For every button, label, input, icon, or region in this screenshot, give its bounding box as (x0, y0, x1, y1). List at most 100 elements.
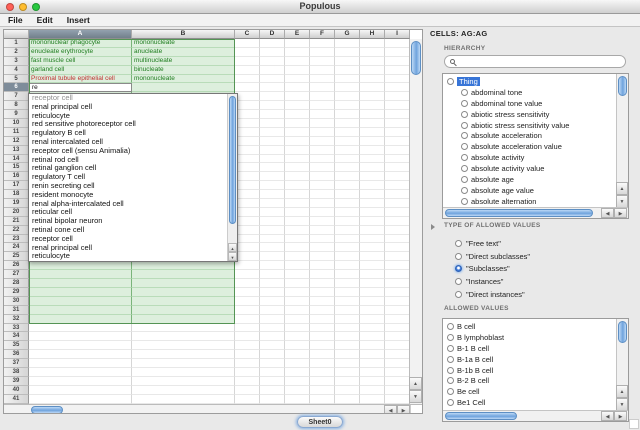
cell-H18[interactable] (360, 190, 385, 199)
cell-C12[interactable] (235, 137, 260, 146)
row-header-38[interactable]: 38 (4, 368, 29, 377)
cell-F41[interactable] (310, 395, 335, 404)
hierarchy-item[interactable]: absolute age value (443, 185, 616, 196)
cell-G25[interactable] (335, 252, 360, 261)
radio-icon[interactable] (461, 132, 468, 139)
horizontal-scrollbar[interactable]: ◀ ▶ (4, 404, 423, 414)
cell-C8[interactable] (235, 101, 260, 110)
cell-A27[interactable] (29, 270, 132, 279)
cell-C27[interactable] (235, 270, 260, 279)
cell-E27[interactable] (285, 270, 310, 279)
cell-D34[interactable] (260, 332, 285, 341)
cell-G39[interactable] (335, 377, 360, 386)
cell-G19[interactable] (335, 199, 360, 208)
cell-C18[interactable] (235, 190, 260, 199)
cell-A29[interactable] (29, 288, 132, 297)
column-header-D[interactable]: D (260, 30, 285, 39)
row-header-23[interactable]: 23 (4, 235, 29, 244)
row-header-39[interactable]: 39 (4, 377, 29, 386)
cell-G3[interactable] (335, 57, 360, 66)
cell-H38[interactable] (360, 368, 385, 377)
radio-icon[interactable] (461, 100, 468, 107)
cell-E1[interactable] (285, 39, 310, 48)
cell-E18[interactable] (285, 190, 310, 199)
cell-A36[interactable] (29, 350, 132, 359)
cell-H39[interactable] (360, 377, 385, 386)
resize-corner[interactable] (629, 419, 639, 429)
cell-C10[interactable] (235, 119, 260, 128)
hierarchy-item[interactable]: absolute activity value (443, 163, 616, 174)
cell-D28[interactable] (260, 279, 285, 288)
cell-I21[interactable] (385, 217, 410, 226)
radio-icon[interactable] (447, 377, 454, 384)
cell-C14[interactable] (235, 155, 260, 164)
allowed-vscrollbar-thumb[interactable] (618, 321, 627, 343)
row-header-22[interactable]: 22 (4, 226, 29, 235)
cell-D22[interactable] (260, 226, 285, 235)
allowed-value-item[interactable]: Be1 Cell (443, 397, 616, 408)
cell-F12[interactable] (310, 137, 335, 146)
cell-G38[interactable] (335, 368, 360, 377)
radio-icon[interactable] (461, 143, 468, 150)
row-header-2[interactable]: 2 (4, 48, 29, 57)
cell-D23[interactable] (260, 235, 285, 244)
cell-C41[interactable] (235, 395, 260, 404)
cell-I17[interactable] (385, 181, 410, 190)
cell-G2[interactable] (335, 48, 360, 57)
allowed-value-item[interactable]: B-1 B cell (443, 343, 616, 354)
cell-D39[interactable] (260, 377, 285, 386)
cell-G20[interactable] (335, 208, 360, 217)
cell-H40[interactable] (360, 386, 385, 395)
cell-B38[interactable] (132, 368, 235, 377)
cell-D8[interactable] (260, 101, 285, 110)
cell-C28[interactable] (235, 279, 260, 288)
row-header-27[interactable]: 27 (4, 270, 29, 279)
menu-insert[interactable]: Insert (67, 15, 90, 25)
cell-B34[interactable] (132, 332, 235, 341)
cell-D19[interactable] (260, 199, 285, 208)
cell-I34[interactable] (385, 332, 410, 341)
cell-B35[interactable] (132, 341, 235, 350)
cell-C24[interactable] (235, 243, 260, 252)
cell-I14[interactable] (385, 155, 410, 164)
cell-D26[interactable] (260, 261, 285, 270)
cell-F16[interactable] (310, 172, 335, 181)
cell-I36[interactable] (385, 350, 410, 359)
cell-B28[interactable] (132, 279, 235, 288)
cell-B32[interactable] (132, 315, 235, 324)
cell-C23[interactable] (235, 235, 260, 244)
cell-I2[interactable] (385, 48, 410, 57)
hierarchy-item[interactable]: absolute activity (443, 152, 616, 163)
cell-B40[interactable] (132, 386, 235, 395)
cell-F19[interactable] (310, 199, 335, 208)
cell-G7[interactable] (335, 92, 360, 101)
row-header-26[interactable]: 26 (4, 261, 29, 270)
allowed-value-item[interactable]: B lymphoblast (443, 332, 616, 343)
cell-E37[interactable] (285, 359, 310, 368)
row-header-9[interactable]: 9 (4, 110, 29, 119)
cell-G11[interactable] (335, 128, 360, 137)
cell-C33[interactable] (235, 324, 260, 333)
cell-C21[interactable] (235, 217, 260, 226)
cell-C26[interactable] (235, 261, 260, 270)
cell-E20[interactable] (285, 208, 310, 217)
cell-H2[interactable] (360, 48, 385, 57)
type-option[interactable]: "Free text" (455, 237, 530, 250)
hierarchy-item-root[interactable]: Thing (443, 76, 616, 87)
cell-B1[interactable]: mononucleate (132, 39, 235, 48)
row-header-25[interactable]: 25 (4, 252, 29, 261)
radio-icon[interactable] (461, 187, 468, 194)
row-header-12[interactable]: 12 (4, 137, 29, 146)
cell-G15[interactable] (335, 163, 360, 172)
cell-F5[interactable] (310, 75, 335, 84)
cell-F9[interactable] (310, 110, 335, 119)
cell-C39[interactable] (235, 377, 260, 386)
cell-I12[interactable] (385, 137, 410, 146)
cell-C16[interactable] (235, 172, 260, 181)
cell-A33[interactable] (29, 324, 132, 333)
cell-F17[interactable] (310, 181, 335, 190)
cell-E35[interactable] (285, 341, 310, 350)
radio-icon[interactable] (455, 240, 462, 247)
row-header-1[interactable]: 1 (4, 39, 29, 48)
cell-G12[interactable] (335, 137, 360, 146)
